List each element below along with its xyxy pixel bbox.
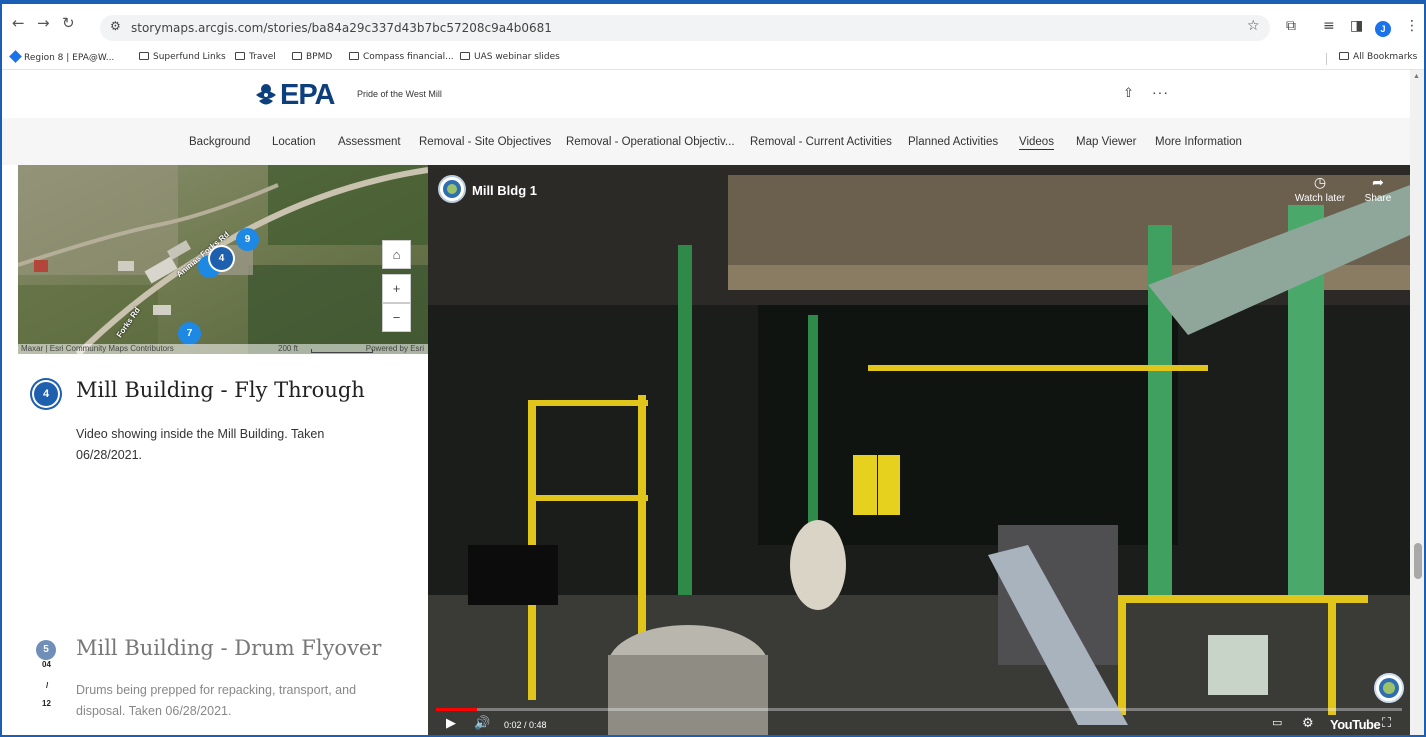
folder-icon <box>235 52 245 60</box>
progress-total: 12 <box>42 699 51 708</box>
step-title-drum-flyover[interactable]: Mill Building - Drum Flyover <box>76 636 381 660</box>
scroll-up-icon[interactable]: ▲ <box>1413 73 1420 80</box>
youtube-logo[interactable]: YouTube <box>1330 717 1381 732</box>
map-zoom-in-button[interactable]: + <box>382 274 411 303</box>
map-scale: 200 ft <box>278 344 299 353</box>
scrollbar-thumb[interactable] <box>1414 543 1422 579</box>
folder-icon <box>1339 52 1349 60</box>
bookmark-star-icon[interactable]: ☆ <box>1247 18 1260 34</box>
map-marker-9[interactable]: 9 <box>236 228 259 251</box>
nav-videos[interactable]: Videos <box>1019 136 1054 150</box>
epa-watermark-icon <box>1379 678 1399 698</box>
video-title[interactable]: Mill Bldg 1 <box>472 183 537 198</box>
folder-icon <box>139 52 149 60</box>
share-arrow-icon: ➦ <box>1372 175 1384 191</box>
story-title: Pride of the West Mill <box>357 89 442 99</box>
video-progress-played <box>436 708 477 711</box>
bookmark-all[interactable]: All Bookmarks <box>1339 52 1417 62</box>
bookmark-bpmd[interactable]: BPMD <box>292 52 332 62</box>
captions-icon[interactable]: ▭ <box>1272 716 1282 729</box>
nav-removal-site-objectives[interactable]: Removal - Site Objectives <box>419 136 551 148</box>
video-progress-track[interactable] <box>436 708 1402 711</box>
play-icon[interactable]: ▶ <box>446 716 456 731</box>
nav-removal-current[interactable]: Removal - Current Activities <box>750 136 892 148</box>
share-icon[interactable]: ⇧ <box>1123 86 1134 101</box>
map-attribution-left: Maxar | Esri Community Maps Contributors <box>21 344 174 353</box>
volume-icon[interactable]: 🔊 <box>474 716 490 731</box>
channel-avatar[interactable] <box>438 175 466 203</box>
nav-map-viewer[interactable]: Map Viewer <box>1076 136 1137 148</box>
folder-icon <box>460 52 470 60</box>
reload-icon[interactable]: ↻ <box>62 14 75 32</box>
video-time: 0:02 / 0:48 <box>504 720 547 730</box>
more-options-icon[interactable]: ··· <box>1152 84 1169 100</box>
nav-planned-activities[interactable]: Planned Activities <box>908 136 998 148</box>
bookmark-superfund[interactable]: Superfund Links <box>139 52 226 62</box>
settings-gear-icon[interactable]: ⚙ <box>1302 716 1314 731</box>
nav-more-information[interactable]: More Information <box>1155 136 1242 148</box>
bookmark-uas[interactable]: UAS webinar slides <box>460 52 560 62</box>
share-label: Share <box>1364 193 1392 204</box>
side-panel-icon[interactable]: ◨ <box>1350 18 1363 34</box>
epa-logo-text: EPA <box>280 79 335 111</box>
nav-location[interactable]: Location <box>272 136 315 148</box>
step-number-active: 4 <box>34 382 58 406</box>
folder-icon <box>292 52 302 60</box>
map-scale-bar <box>311 349 373 353</box>
nav-removal-operational[interactable]: Removal - Operational Objectiv... <box>566 136 735 148</box>
bookmark-compass[interactable]: Compass financial... <box>349 52 454 62</box>
region8-favicon-icon <box>9 50 22 63</box>
watch-later-label: Watch later <box>1294 193 1346 204</box>
reading-list-icon[interactable]: ≡ <box>1323 18 1335 34</box>
map-marker-7[interactable]: 7 <box>178 322 201 345</box>
fullscreen-icon[interactable]: ⛶ <box>1382 716 1391 731</box>
step-title-fly-through: Mill Building - Fly Through <box>76 378 365 402</box>
progress-current: 04 <box>42 660 51 669</box>
forward-icon[interactable]: → <box>37 14 50 32</box>
clock-icon: ◷ <box>1313 175 1327 191</box>
profile-avatar[interactable]: J <box>1375 21 1391 37</box>
map-attribution: Maxar | Esri Community Maps Contributors… <box>18 344 428 354</box>
map-home-button[interactable]: ⌂ <box>382 240 411 269</box>
epa-flower-icon <box>256 83 276 104</box>
channel-watermark[interactable] <box>1374 673 1404 703</box>
share-video-button[interactable]: ➦ Share <box>1348 175 1408 204</box>
page-scrollbar[interactable] <box>1410 70 1426 737</box>
video-player[interactable] <box>428 165 1410 737</box>
url-text[interactable]: storymaps.arcgis.com/stories/ba84a29c337… <box>131 21 552 35</box>
nav-assessment[interactable]: Assessment <box>338 136 401 148</box>
step-number-inactive[interactable]: 5 <box>36 640 56 660</box>
map-zoom-out-button[interactable]: − <box>382 303 411 332</box>
map-marker-4[interactable]: 4 <box>210 247 233 270</box>
satellite-map[interactable]: Animas Forks Rd Forks Rd 9 4 7 <box>18 165 428 354</box>
site-header <box>0 70 1426 118</box>
watch-later-button[interactable]: ◷ Watch later <box>1290 175 1350 204</box>
browser-menu-icon[interactable]: ⋮ <box>1405 18 1419 34</box>
video-frame <box>428 165 1410 737</box>
bookmark-region8[interactable]: Region 8 | EPA@W... <box>9 50 114 63</box>
bookmarks-divider <box>1326 53 1327 65</box>
step-description-fly-through: Video showing inside the Mill Building. … <box>76 427 325 462</box>
map-attribution-esri[interactable]: Powered by Esri <box>366 344 424 354</box>
epa-seal-icon <box>443 180 461 198</box>
folder-icon <box>349 52 359 60</box>
nav-background[interactable]: Background <box>189 136 250 148</box>
extensions-icon[interactable]: ⧉ <box>1286 18 1296 34</box>
progress-separator: / <box>46 681 49 690</box>
epa-logo[interactable]: EPA <box>255 79 335 112</box>
bookmark-travel[interactable]: Travel <box>235 52 276 62</box>
back-icon[interactable]: ← <box>12 14 25 32</box>
site-info-icon[interactable]: ⚙ <box>110 19 121 33</box>
step-description-drum-flyover: Drums being prepped for repacking, trans… <box>76 683 357 718</box>
